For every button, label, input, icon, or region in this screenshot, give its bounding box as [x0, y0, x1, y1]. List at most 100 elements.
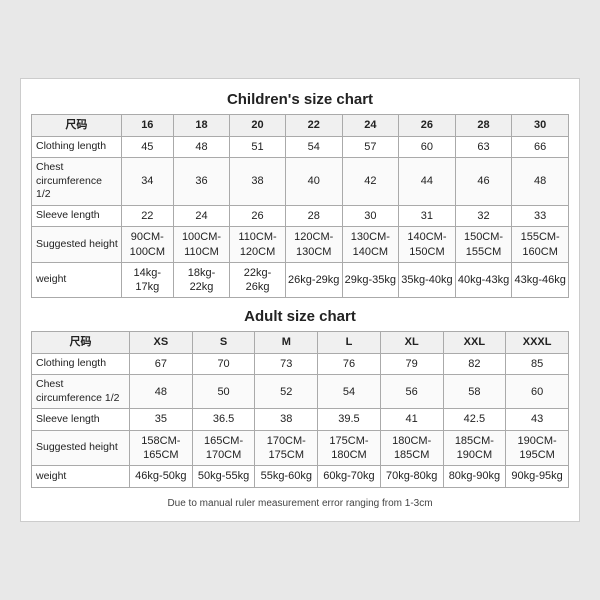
column-header-0: 尺码	[32, 332, 130, 353]
table-row: Sleeve length3536.53839.54142.543	[32, 409, 569, 430]
cell-4-6: 90kg-95kg	[506, 466, 569, 487]
row-label-0: Clothing length	[32, 353, 130, 374]
cell-0-0: 45	[121, 136, 173, 157]
cell-2-6: 32	[455, 205, 512, 226]
cell-4-3: 60kg-70kg	[318, 466, 381, 487]
column-header-4: L	[318, 332, 381, 353]
cell-4-4: 29kg-35kg	[342, 262, 399, 298]
cell-1-2: 52	[255, 375, 318, 409]
column-header-1: XS	[130, 332, 193, 353]
column-header-4: 22	[285, 115, 342, 136]
cell-4-4: 70kg-80kg	[380, 466, 443, 487]
column-header-2: S	[192, 332, 255, 353]
cell-0-4: 57	[342, 136, 399, 157]
row-label-2: Sleeve length	[32, 205, 122, 226]
cell-1-0: 34	[121, 158, 173, 206]
cell-0-5: 60	[399, 136, 456, 157]
cell-3-0: 158CM-165CM	[130, 430, 193, 466]
cell-1-4: 42	[342, 158, 399, 206]
row-label-0: Clothing length	[32, 136, 122, 157]
cell-3-5: 185CM-190CM	[443, 430, 506, 466]
cell-4-3: 26kg-29kg	[285, 262, 342, 298]
cell-1-0: 48	[130, 375, 193, 409]
size-chart-card: Children's size chart 尺码1618202224262830…	[20, 78, 580, 521]
cell-2-0: 35	[130, 409, 193, 430]
cell-3-2: 110CM-120CM	[230, 227, 286, 263]
column-header-3: M	[255, 332, 318, 353]
cell-1-3: 40	[285, 158, 342, 206]
cell-2-3: 28	[285, 205, 342, 226]
children-chart-title: Children's size chart	[31, 91, 569, 108]
cell-2-2: 38	[255, 409, 318, 430]
row-label-2: Sleeve length	[32, 409, 130, 430]
cell-4-0: 14kg-17kg	[121, 262, 173, 298]
table-row: weight14kg-17kg18kg-22kg22kg-26kg26kg-29…	[32, 262, 569, 298]
column-header-5: XL	[380, 332, 443, 353]
cell-3-2: 170CM-175CM	[255, 430, 318, 466]
column-header-8: 30	[512, 115, 569, 136]
children-size-table: 尺码1618202224262830 Clothing length454851…	[31, 114, 569, 298]
cell-2-3: 39.5	[318, 409, 381, 430]
row-label-3: Suggested height	[32, 227, 122, 263]
cell-1-6: 46	[455, 158, 512, 206]
cell-0-3: 54	[285, 136, 342, 157]
cell-0-1: 70	[192, 353, 255, 374]
cell-2-4: 41	[380, 409, 443, 430]
column-header-0: 尺码	[32, 115, 122, 136]
column-header-6: 26	[399, 115, 456, 136]
column-header-7: XXXL	[506, 332, 569, 353]
cell-3-3: 175CM-180CM	[318, 430, 381, 466]
adult-chart-title: Adult size chart	[31, 308, 569, 325]
cell-2-6: 43	[506, 409, 569, 430]
cell-1-2: 38	[230, 158, 286, 206]
column-header-3: 20	[230, 115, 286, 136]
cell-4-2: 55kg-60kg	[255, 466, 318, 487]
cell-3-3: 120CM-130CM	[285, 227, 342, 263]
row-label-4: weight	[32, 262, 122, 298]
adult-size-table: 尺码XSSMLXLXXLXXXL Clothing length67707376…	[31, 331, 569, 487]
cell-2-7: 33	[512, 205, 569, 226]
table-row: Clothing length4548515457606366	[32, 136, 569, 157]
cell-0-2: 73	[255, 353, 318, 374]
cell-4-6: 40kg-43kg	[455, 262, 512, 298]
cell-2-5: 42.5	[443, 409, 506, 430]
cell-4-0: 46kg-50kg	[130, 466, 193, 487]
cell-3-1: 165CM-170CM	[192, 430, 255, 466]
table-row: weight46kg-50kg50kg-55kg55kg-60kg60kg-70…	[32, 466, 569, 487]
cell-3-6: 150CM-155CM	[455, 227, 512, 263]
column-header-7: 28	[455, 115, 512, 136]
cell-3-7: 155CM-160CM	[512, 227, 569, 263]
cell-0-7: 66	[512, 136, 569, 157]
cell-3-5: 140CM-150CM	[399, 227, 456, 263]
cell-0-6: 63	[455, 136, 512, 157]
cell-4-7: 43kg-46kg	[512, 262, 569, 298]
footnote: Due to manual ruler measurement error ra…	[31, 498, 569, 509]
cell-1-3: 54	[318, 375, 381, 409]
cell-2-5: 31	[399, 205, 456, 226]
cell-2-1: 36.5	[192, 409, 255, 430]
table-row: Chest circumference 1/248505254565860	[32, 375, 569, 409]
cell-2-4: 30	[342, 205, 399, 226]
cell-1-7: 48	[512, 158, 569, 206]
cell-1-5: 58	[443, 375, 506, 409]
cell-4-1: 18kg-22kg	[173, 262, 229, 298]
cell-0-3: 76	[318, 353, 381, 374]
table-row: Sleeve length2224262830313233	[32, 205, 569, 226]
cell-4-1: 50kg-55kg	[192, 466, 255, 487]
column-header-2: 18	[173, 115, 229, 136]
cell-0-0: 67	[130, 353, 193, 374]
column-header-5: 24	[342, 115, 399, 136]
cell-0-5: 82	[443, 353, 506, 374]
cell-0-2: 51	[230, 136, 286, 157]
row-label-1: Chest circumference 1/2	[32, 375, 130, 409]
table-row: Suggested height90CM-100CM100CM-110CM110…	[32, 227, 569, 263]
column-header-1: 16	[121, 115, 173, 136]
cell-2-0: 22	[121, 205, 173, 226]
cell-1-1: 50	[192, 375, 255, 409]
table-row: Chest circumference 1/23436384042444648	[32, 158, 569, 206]
row-label-1: Chest circumference 1/2	[32, 158, 122, 206]
cell-0-1: 48	[173, 136, 229, 157]
cell-3-0: 90CM-100CM	[121, 227, 173, 263]
cell-1-6: 60	[506, 375, 569, 409]
column-header-6: XXL	[443, 332, 506, 353]
